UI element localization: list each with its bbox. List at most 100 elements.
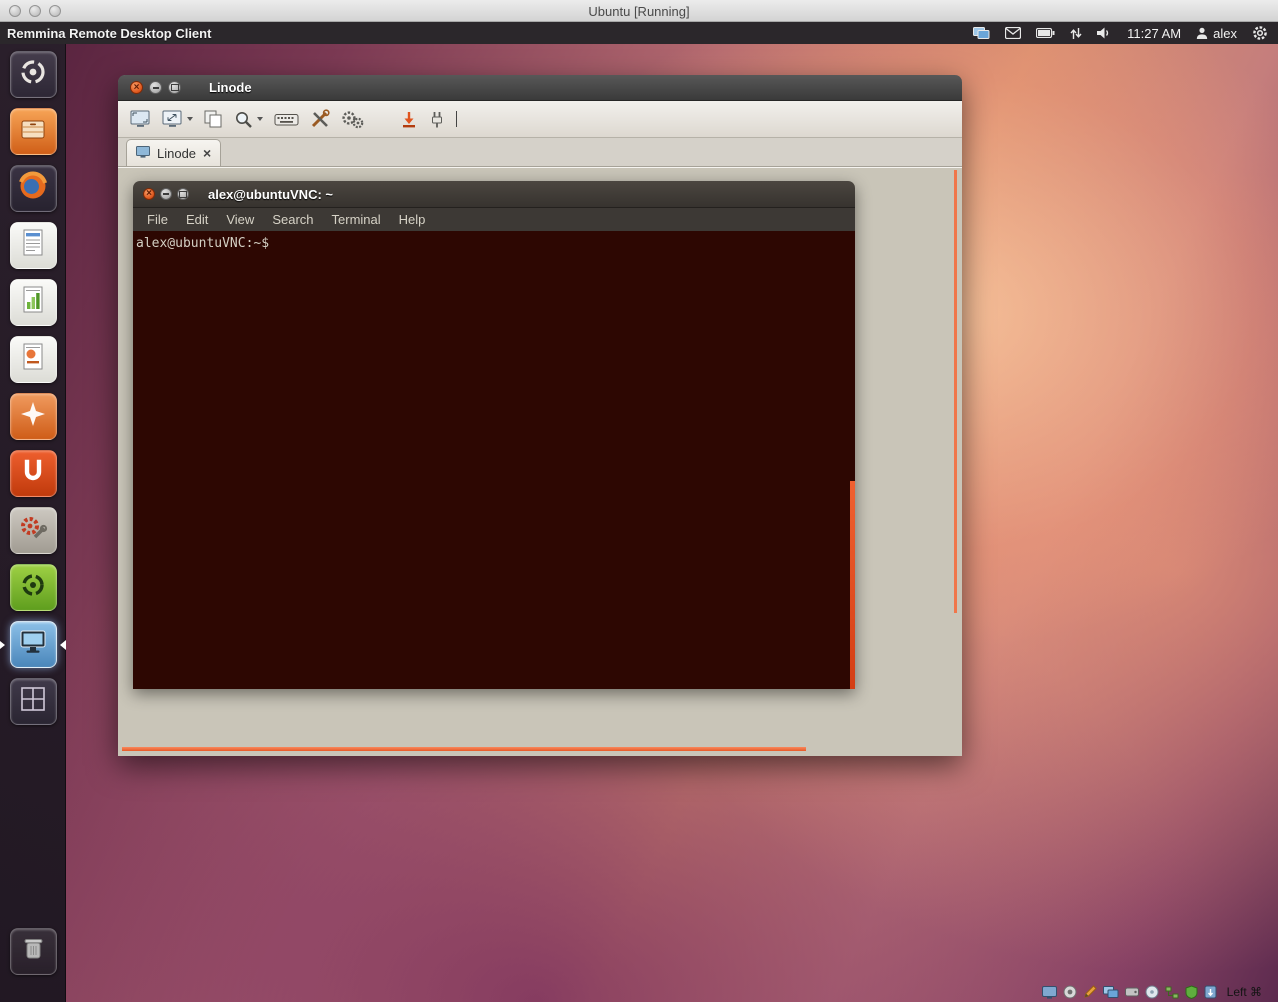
remmina-icon: [17, 627, 49, 662]
menu-search[interactable]: Search: [263, 212, 322, 227]
clock[interactable]: 11:27 AM: [1127, 26, 1181, 41]
toolbar-text-cursor: [456, 111, 457, 127]
session-gear-icon[interactable]: [1252, 25, 1268, 41]
menu-help[interactable]: Help: [390, 212, 435, 227]
network-icon[interactable]: [1165, 986, 1179, 999]
copy-icon[interactable]: [204, 106, 223, 132]
scaled-mode-dropdown-caret[interactable]: [187, 117, 193, 121]
panel-app-title: Remmina Remote Desktop Client: [7, 26, 211, 41]
vnc-redraw-artifact-horizontal: [122, 747, 806, 751]
dash-home-icon: [18, 57, 48, 92]
vm-window-controls: [9, 5, 61, 17]
scaled-mode-icon[interactable]: [162, 106, 193, 132]
menu-view[interactable]: View: [217, 212, 263, 227]
terminal-menubar: File Edit View Search Terminal Help: [133, 208, 855, 231]
plug-icon[interactable]: [429, 106, 445, 132]
tab-close-button[interactable]: ×: [203, 146, 211, 160]
mail-icon[interactable]: [1005, 27, 1021, 39]
ubuntu-top-panel: Remmina Remote Desktop Client 11:27 AM: [0, 22, 1278, 44]
tab-monitor-icon: [136, 146, 150, 161]
remmina-close-button[interactable]: [130, 81, 143, 94]
menu-edit[interactable]: Edit: [177, 212, 217, 227]
launcher-item-libreoffice-writer[interactable]: [0, 222, 66, 269]
record-icon[interactable]: [1063, 985, 1077, 999]
vnc-redraw-artifact-vertical: [954, 170, 957, 613]
vm-window-title: Ubuntu [Running]: [0, 4, 1278, 19]
impress-presentation-icon: [18, 341, 48, 378]
remmina-monitors-icon[interactable]: [973, 27, 990, 40]
remmina-running-pip: [0, 641, 5, 649]
launcher-item-firefox[interactable]: [0, 165, 66, 212]
vm-minimize-button[interactable]: [29, 5, 41, 17]
remmina-minimize-button[interactable]: [149, 81, 162, 94]
files-folder-icon: [18, 114, 48, 149]
workspace-switcher-icon: [18, 684, 48, 719]
desktop-wallpaper: Linode: [0, 44, 1278, 1002]
cd-icon[interactable]: [1145, 985, 1159, 999]
remmina-titlebar[interactable]: Linode: [118, 75, 962, 101]
keyboard-icon[interactable]: [274, 106, 299, 132]
launcher-item-files[interactable]: [0, 108, 66, 155]
launcher-item-software-center[interactable]: [0, 393, 66, 440]
zoom-icon[interactable]: [234, 106, 263, 132]
menu-file[interactable]: File: [138, 212, 177, 227]
sync-arrows-icon[interactable]: [1070, 27, 1082, 40]
launcher-item-remmina[interactable]: [0, 621, 66, 668]
launcher-item-trash[interactable]: [0, 928, 66, 975]
harddisk-icon[interactable]: [1125, 986, 1139, 998]
launcher-item-libreoffice-calc[interactable]: [0, 279, 66, 326]
tools-icon[interactable]: [310, 106, 330, 132]
ubuntu-one-icon: [18, 456, 48, 491]
vm-close-button[interactable]: [9, 5, 21, 17]
battery-icon[interactable]: [1036, 28, 1055, 38]
remmina-toolbar: [118, 101, 962, 138]
panel-indicators: 11:27 AM alex: [973, 25, 1278, 41]
vm-titlebar[interactable]: Ubuntu [Running]: [0, 0, 1278, 22]
menu-terminal[interactable]: Terminal: [323, 212, 390, 227]
tab-linode[interactable]: Linode ×: [126, 139, 221, 166]
terminal-window-title: alex@ubuntuVNC: ~: [208, 187, 333, 202]
calc-spreadsheet-icon: [18, 284, 48, 321]
system-settings-icon: [17, 512, 49, 549]
terminal-prompt: alex@ubuntuVNC:~$: [136, 236, 269, 251]
terminal-titlebar[interactable]: alex@ubuntuVNC: ~: [133, 181, 855, 208]
virtualbox-vm-screen: Ubuntu [Running] Remmina Remote Desktop …: [0, 0, 1278, 1002]
launcher-item-green-app[interactable]: [0, 564, 66, 611]
host-key-label: Left ⌘: [1227, 985, 1262, 999]
remmina-tabbar: Linode ×: [118, 138, 962, 167]
display-icon[interactable]: [1042, 986, 1057, 999]
writer-document-icon: [18, 227, 48, 264]
remmina-maximize-button[interactable]: [168, 81, 181, 94]
software-center-icon: [17, 398, 49, 435]
launcher-item-dash-home[interactable]: [0, 51, 66, 98]
network-monitors-icon[interactable]: [1103, 986, 1119, 999]
remote-desktop-view[interactable]: alex@ubuntuVNC: ~ File Edit View Search …: [118, 167, 962, 756]
fullscreen-icon[interactable]: [130, 106, 151, 132]
user-menu[interactable]: alex: [1196, 26, 1237, 41]
launcher-item-libreoffice-impress[interactable]: [0, 336, 66, 383]
edit-pencil-icon[interactable]: [1083, 985, 1097, 999]
preferences-gears-icon[interactable]: [341, 106, 364, 132]
green-app-icon: [18, 570, 48, 605]
volume-icon[interactable]: [1097, 27, 1112, 39]
vbox-statusbar: Left ⌘: [1042, 985, 1262, 999]
launcher-item-system-settings[interactable]: [0, 507, 66, 554]
remmina-window: Linode: [118, 75, 962, 756]
trash-icon: [18, 933, 48, 970]
terminal-maximize-button[interactable]: [177, 188, 189, 200]
remmina-focus-arrow: [60, 640, 66, 650]
terminal-scroll-artifact: [850, 481, 855, 689]
zoom-dropdown-caret[interactable]: [257, 117, 263, 121]
remmina-window-title: Linode: [209, 80, 252, 95]
launcher-item-ubuntu-one[interactable]: [0, 450, 66, 497]
features-shield-icon[interactable]: [1185, 985, 1198, 999]
terminal-minimize-button[interactable]: [160, 188, 172, 200]
tab-label: Linode: [157, 146, 196, 161]
launcher-item-workspace-switcher[interactable]: [0, 678, 66, 725]
terminal-output-area[interactable]: alex@ubuntuVNC:~$: [133, 231, 855, 689]
vm-zoom-button[interactable]: [49, 5, 61, 17]
user-icon: [1196, 27, 1208, 39]
terminal-close-button[interactable]: [143, 188, 155, 200]
mouse-integration-icon[interactable]: [1204, 985, 1217, 999]
disconnect-icon[interactable]: [400, 106, 418, 132]
